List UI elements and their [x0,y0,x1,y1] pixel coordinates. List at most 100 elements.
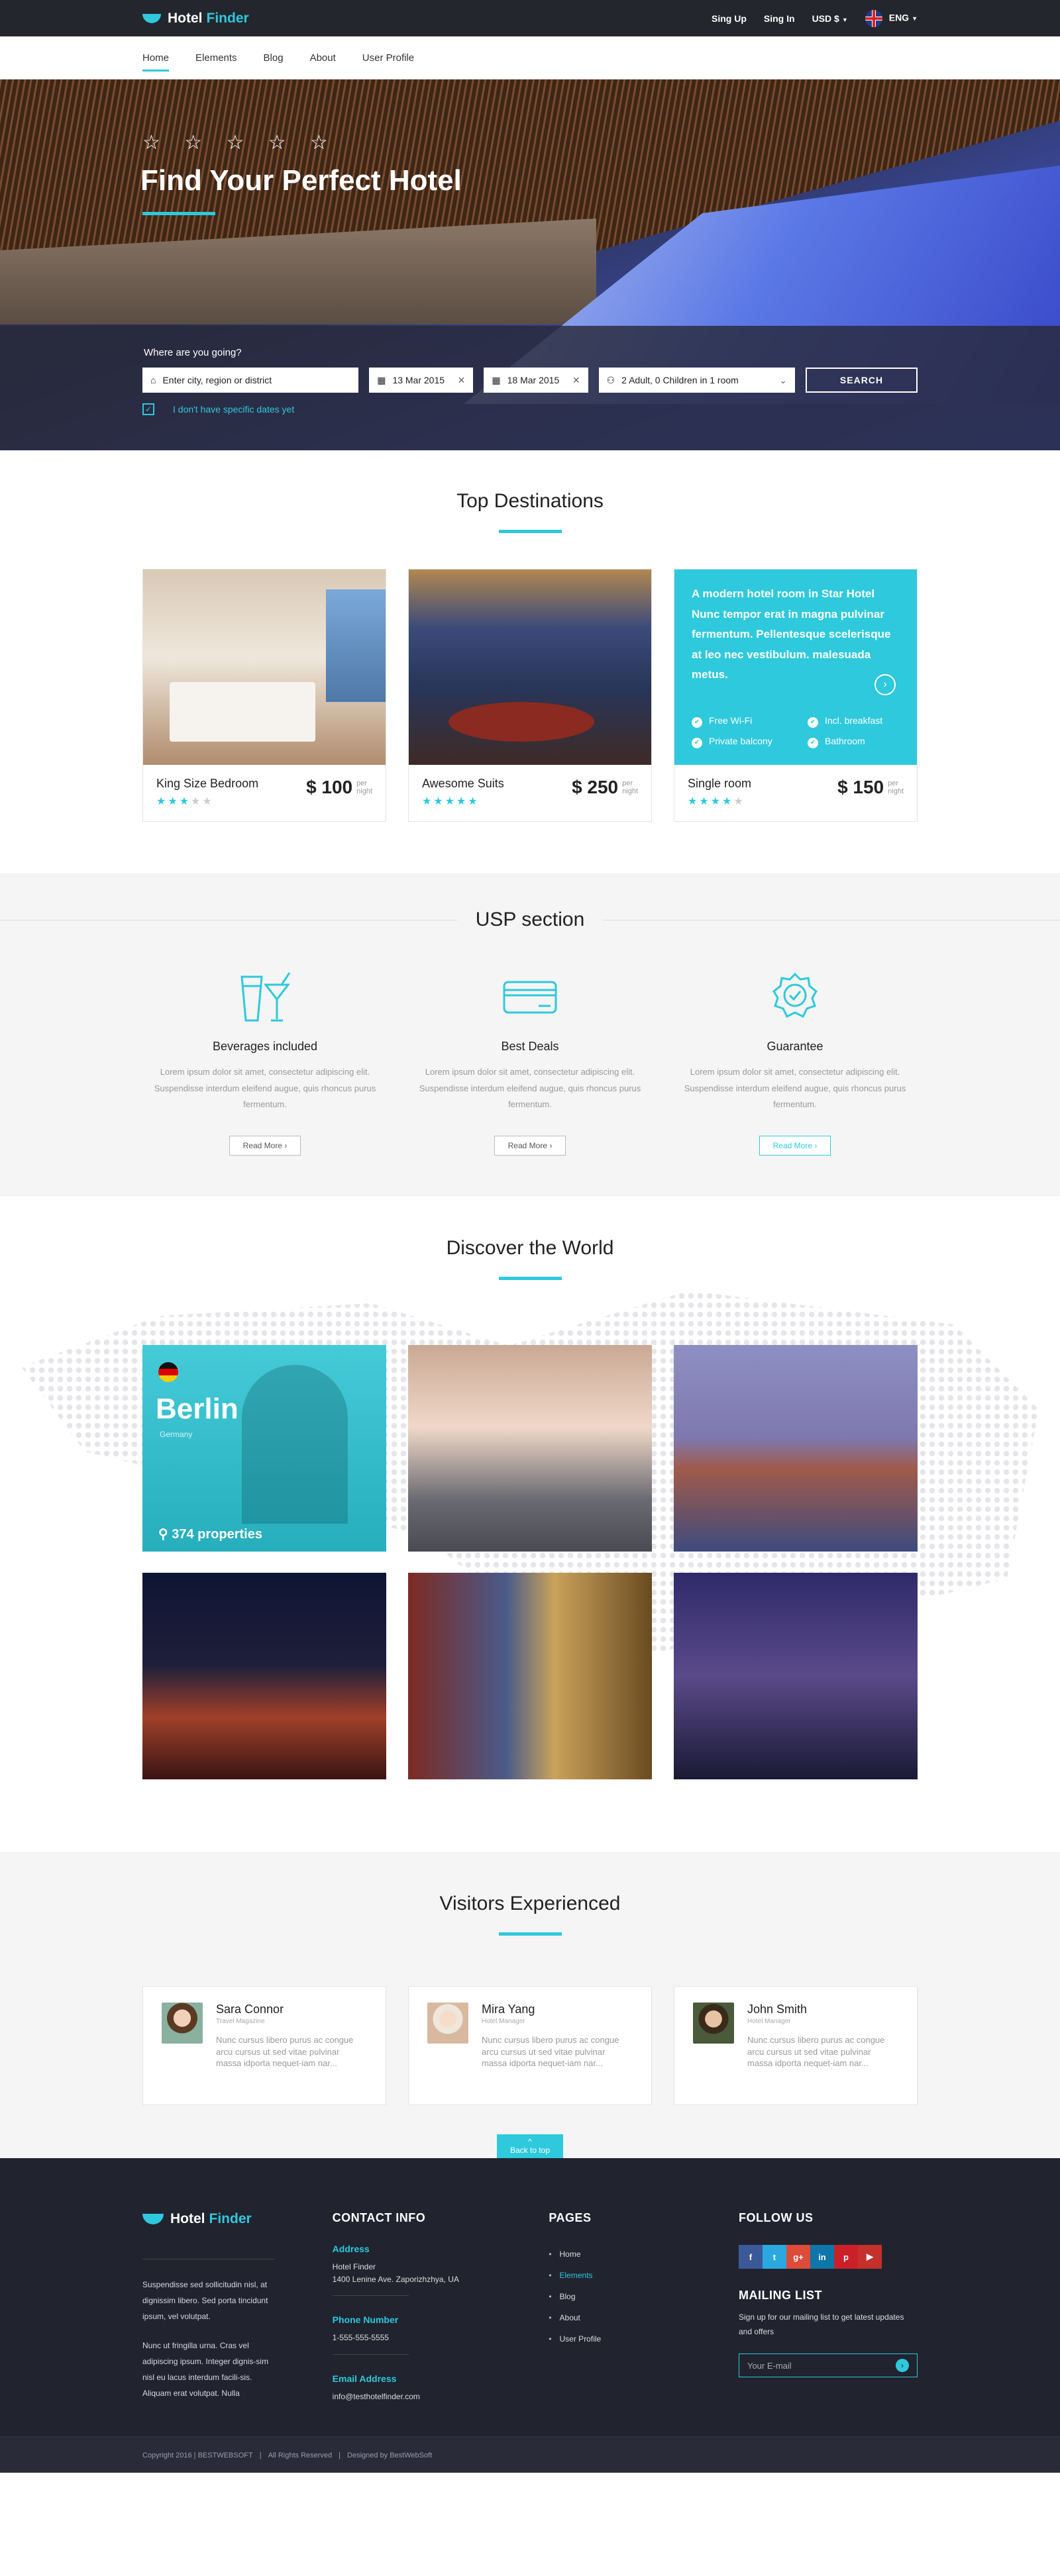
top-bar: Hotel Finder Sing Up Sing In USD $ ▼ ENG ▼ [0,0,1060,36]
rating-stars: ★★★★★ [688,796,745,807]
section-title: Discover the World [446,1237,614,1260]
currency-select[interactable]: USD $ ▼ [812,13,848,24]
destination-tile-berlin[interactable]: Berlin Germany ⚲ 374 properties [142,1345,386,1552]
germany-flag-icon [158,1362,178,1383]
room-price: $ 250 [572,777,619,797]
destination-tile[interactable] [408,1573,652,1780]
testimonial-card: Mira Yang Hotel Manager Nunc cursus libe… [408,1986,652,2106]
footer-heading: MAILING LIST [738,2289,822,2303]
nav-home[interactable]: Home [142,52,170,72]
footer-logo[interactable]: Hotel Finder [142,2211,275,2227]
uk-flag-icon [865,9,882,27]
usp-item: Beverages included Lorem ipsum dolor sit… [142,969,388,1156]
chevron-down-icon: ▼ [912,15,918,23]
footer-link-home[interactable]: Home [549,2244,681,2265]
usp-item: Best Deals Lorem ipsum dolor sit amet, c… [407,969,653,1156]
sign-up-link[interactable]: Sing Up [712,13,747,24]
reviewer-role: Hotel Manager [482,2018,525,2026]
footer: Hotel Finder Suspendisse sed sollicitudin… [0,2158,1060,2473]
footer-pages: PAGES Home Elements Blog About User Prof… [549,2211,681,2403]
hero: ☆ ☆ ☆ ☆ ☆ Find Your Perfect Hotel Where … [0,79,1060,450]
hero-title: Find Your Perfect Hotel [140,164,462,197]
linkedin-icon[interactable]: in [810,2245,834,2269]
clear-icon[interactable]: ✕ [572,375,580,386]
city-name: Berlin [156,1393,238,1426]
feature-item: Private balcony [692,736,808,748]
review-text: Nunc cursus libero purus ac congue arcu … [216,2035,354,2069]
checkin-date[interactable]: ▦ 13 Mar 2015 ✕ [369,368,474,393]
rating-stars: ★★★★★ [422,796,480,807]
phone-number[interactable]: 1-555-555-5555 [333,2332,492,2344]
room-card[interactable]: A modern hotel room in Star Hotel Nunc t… [674,569,918,822]
designer-link[interactable]: Designed by BestWebSoft [347,2452,432,2459]
nav-user-profile[interactable]: User Profile [362,52,414,64]
title-underline [498,1932,562,1936]
room-card[interactable]: Awesome Suits ★★★★★ $ 250 per night [408,569,652,822]
destination-tile[interactable] [142,1573,386,1780]
read-more-button[interactable]: Read More › [229,1136,301,1156]
footer-about: Hotel Finder Suspendisse sed sollicitudin… [142,2211,275,2403]
title-underline [498,530,562,533]
room-name: King Size Bedroom [156,777,259,790]
footer-link-user-profile[interactable]: User Profile [549,2328,681,2350]
avatar [162,2003,203,2044]
title-underline [498,1277,562,1281]
footer-text: Nunc ut fringilla urna. Cras vel adipisc… [142,2341,269,2399]
language-select[interactable]: ENG ▼ [865,9,918,27]
destination-tile[interactable] [408,1345,652,1552]
newsletter-email-input[interactable]: Your E-mail › [738,2353,918,2378]
nav-elements[interactable]: Elements [195,52,237,64]
testimonial-card: Sara Connor Travel Magazine Nunc cursus … [142,1986,386,2106]
search-button[interactable]: SEARCH [805,368,918,393]
usp-title: Best Deals [501,1040,559,1053]
destination-tile[interactable] [674,1345,918,1552]
usp-title: Guarantee [767,1040,823,1053]
footer-contact: CONTACT INFO Address Hotel Finder 1400 Le… [332,2211,492,2403]
logo-icon [142,2214,164,2225]
footer-follow: FOLLOW US f t g+ in p ▶ MAILING LIST Sig… [738,2211,918,2403]
rating-stars: ★★★★★ [156,796,214,807]
destination-input[interactable]: ⌂ Enter city, region or district [142,368,359,393]
logo[interactable]: Hotel Finder [142,11,249,26]
room-card[interactable]: King Size Bedroom ★★★★★ $ 100 per night [142,569,386,822]
footer-link-about[interactable]: About [549,2307,681,2328]
feature-item: Bathroom [808,736,907,748]
youtube-icon[interactable]: ▶ [857,2245,882,2269]
calendar-icon: ▦ [377,374,386,385]
clear-icon[interactable]: ✕ [458,375,466,386]
checkout-date[interactable]: ▦ 18 Mar 2015 ✕ [484,368,588,393]
read-more-button[interactable]: Read More › [494,1136,566,1156]
room-price: $ 100 [306,777,353,797]
no-dates-label[interactable]: I don't have specific dates yet [173,404,294,415]
pinterest-icon[interactable]: p [833,2245,858,2269]
footer-heading: FOLLOW US [738,2211,814,2225]
property-count: 374 properties [172,1527,262,1542]
footer-link-elements[interactable]: Elements [549,2265,681,2286]
badge-check-icon [672,969,918,1024]
back-to-top-button[interactable]: ^ Back to top [497,2134,563,2159]
footer-link-blog[interactable]: Blog [549,2286,681,2307]
google-plus-icon[interactable]: g+ [786,2245,810,2269]
visitors-section: Visitors Experienced Sara Connor Travel … [0,1852,1060,2159]
facebook-icon[interactable]: f [738,2245,763,2269]
room-photo [409,570,651,765]
review-text: Nunc cursus libero purus ac congue arcu … [482,2035,619,2069]
sign-in-link[interactable]: Sing In [764,13,795,24]
nav-about[interactable]: About [310,52,336,64]
destination-tile[interactable] [674,1573,918,1780]
copyright-bar: Copyright 2016 | BESTWEBSOFT | All Right… [0,2436,1060,2473]
usp-text: Lorem ipsum dolor sit amet, consectetur … [684,1067,906,1110]
twitter-icon[interactable]: t [762,2245,786,2269]
read-more-button[interactable]: Read More › [759,1136,831,1156]
arrow-right-icon[interactable]: › [874,674,896,695]
no-dates-checkbox[interactable]: ✓ [142,403,154,415]
top-destinations: Top Destinations King Size Bedroom ★★★★★… [0,450,1060,873]
guests-select[interactable]: ⚇ 2 Adult, 0 Children in 1 room ⌄ [598,368,795,393]
chevron-down-icon: ⌄ [779,374,787,385]
usp-text: Lorem ipsum dolor sit amet, consectetur … [154,1067,376,1110]
nav-blog[interactable]: Blog [264,52,284,64]
submit-arrow-icon[interactable]: › [895,2359,909,2373]
room-name: Single room [688,777,752,790]
email-link[interactable]: info@testhotelfinder.com [333,2391,492,2403]
room-name: Awesome Suits [422,777,504,790]
